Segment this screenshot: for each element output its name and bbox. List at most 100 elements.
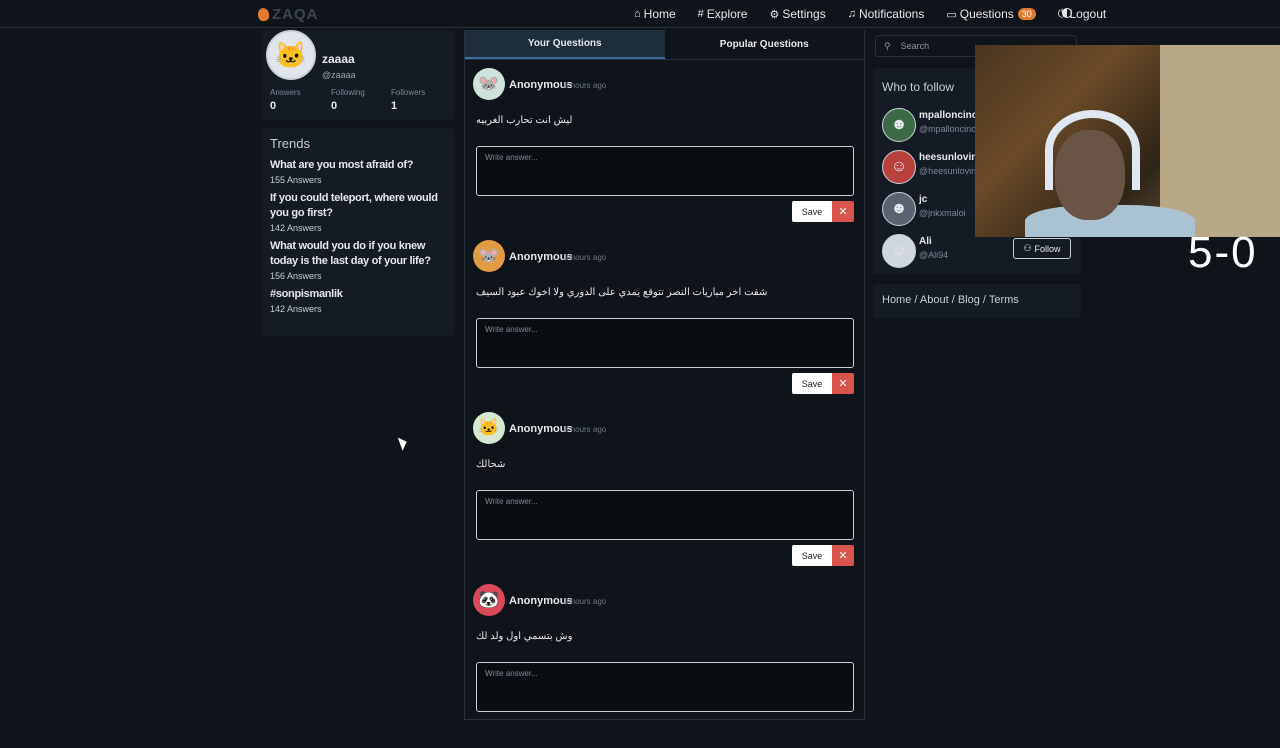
bell-icon: ♫	[847, 8, 856, 20]
save-button[interactable]: Save	[792, 201, 832, 222]
footer-link-terms[interactable]: Terms	[989, 294, 1019, 306]
question-text: ليش انت تحارب الغربيه	[476, 115, 573, 126]
trend-question: If you could teleport, where would you g…	[270, 192, 438, 219]
footer-link-home[interactable]: Home	[882, 294, 911, 306]
nav-questions-label: Questions	[959, 7, 1014, 21]
stat-followers[interactable]: Followers 1	[391, 88, 425, 112]
trend-question: #sonpismanlik	[270, 288, 343, 300]
answer-input[interactable]: Write answer...	[476, 490, 854, 540]
tab-popular-questions[interactable]: Popular Questions	[665, 30, 865, 59]
webcam-background	[1160, 45, 1280, 237]
close-icon[interactable]: ✕	[832, 373, 854, 394]
question-item: 🐭 Anonymous 8 hours ago شفت اخر مباريات …	[465, 232, 864, 404]
question-text: شحالك	[476, 459, 506, 470]
webcam-overlay	[975, 45, 1280, 237]
nav-settings[interactable]: ⚙ Settings	[769, 7, 825, 21]
mouse-icon: 🐭	[478, 74, 500, 93]
headphones-icon	[1045, 110, 1140, 190]
user-plus-icon: ⚇	[1023, 243, 1032, 253]
suggestion-handle: @Ali94	[919, 250, 949, 260]
suggestion-name: heesunloving	[919, 152, 984, 163]
trend-answers-count: 142 Answers	[270, 223, 322, 233]
nav-home[interactable]: ⌂ Home	[634, 7, 676, 21]
suggestion-handle: @mpalloncino	[919, 124, 977, 134]
logo-text: ZAQA	[272, 6, 319, 23]
anonymous-avatar: 🐭	[473, 240, 505, 272]
trend-question: What are you most afraid of?	[270, 159, 414, 171]
avatar: ☻	[882, 108, 916, 142]
trend-question: What would you do if you knew today is t…	[270, 240, 431, 267]
home-icon: ⌂	[634, 8, 641, 20]
answer-input[interactable]: Write answer...	[476, 146, 854, 196]
question-time: 8 hours ago	[564, 597, 607, 606]
avatar: ☻	[882, 192, 916, 226]
top-navbar: ZAQA ⌂ Home # Explore ⚙ Settings ♫ Notif…	[0, 0, 1280, 28]
trend-answers-count: 156 Answers	[270, 271, 322, 281]
trends-card: Trends What are you most afraid of? 155 …	[262, 128, 455, 336]
question-item: 🐼 Anonymous 8 hours ago وش بتسمي اول ولد…	[465, 576, 864, 748]
anonymous-avatar: 🐱	[473, 412, 505, 444]
suggestion-name: mpalloncino	[919, 110, 978, 121]
follow-label: Follow	[1034, 243, 1061, 254]
gear-icon: ⚙	[769, 8, 780, 21]
question-text: شفت اخر مباريات النصر تتوقع يمدي على الد…	[476, 287, 768, 298]
question-time: 8 hours ago	[564, 253, 607, 262]
suggestion-handle: @heesunlovin	[919, 166, 977, 176]
suggestion-handle: @jnkxmaloi	[919, 208, 966, 218]
follow-button[interactable]: ⚇ Follow	[1013, 238, 1071, 259]
suggestion-name: jc	[919, 194, 928, 205]
search-icon: ⚲	[884, 40, 891, 51]
footer-links: Home / About / Blog / Terms	[873, 284, 1081, 318]
tab-your-questions[interactable]: Your Questions	[465, 30, 665, 59]
stat-answers[interactable]: Answers 0	[270, 88, 301, 112]
stat-value: 1	[391, 100, 398, 112]
stat-label: Following	[331, 88, 365, 97]
answer-input[interactable]: Write answer...	[476, 662, 854, 712]
stat-following[interactable]: Following 0	[331, 88, 365, 112]
question-item: 🐱 Anonymous 8 hours ago شحالك Write answ…	[465, 404, 864, 576]
trend-answers-count: 142 Answers	[270, 304, 322, 314]
close-icon[interactable]: ✕	[832, 545, 854, 566]
cat-icon: 🐱	[274, 39, 308, 70]
nav-logout-label: Logout	[1069, 7, 1107, 21]
nav-notifications[interactable]: ♫ Notifications	[848, 7, 925, 21]
save-button[interactable]: Save	[792, 373, 832, 394]
mouse-icon: 🐭	[478, 246, 500, 265]
close-icon[interactable]: ✕	[832, 201, 854, 222]
search-placeholder: Search	[900, 41, 930, 51]
trend-item[interactable]: What would you do if you knew today is t…	[270, 239, 447, 281]
trend-item[interactable]: If you could teleport, where would you g…	[270, 191, 447, 233]
save-button[interactable]: Save	[792, 545, 832, 566]
main-nav: ⌂ Home # Explore ⚙ Settings ♫ Notificati…	[634, 7, 1128, 21]
profile-handle: @zaaaa	[322, 70, 356, 80]
avatar: ☺	[882, 150, 916, 184]
answer-input[interactable]: Write answer...	[476, 318, 854, 368]
avatar[interactable]: 🐱	[266, 30, 316, 80]
trend-item[interactable]: #sonpismanlik 142 Answers	[270, 287, 447, 314]
stat-value: 0	[270, 100, 277, 112]
profile-name[interactable]: zaaaa	[322, 52, 355, 66]
feed-tabs: Your Questions Popular Questions	[465, 30, 864, 60]
nav-explore-label: Explore	[706, 7, 748, 21]
hash-icon: #	[697, 8, 704, 20]
footer-link-about[interactable]: About	[920, 294, 949, 306]
stat-value: 0	[331, 100, 338, 112]
footer-link-blog[interactable]: Blog	[958, 294, 980, 306]
stat-label: Answers	[270, 88, 301, 97]
nav-home-label: Home	[643, 7, 676, 21]
trend-item[interactable]: What are you most afraid of? 155 Answers	[270, 158, 447, 185]
anonymous-avatar: 🐭	[473, 68, 505, 100]
question-item: 🐭 Anonymous 8 hours ago ليش انت تحارب ال…	[465, 60, 864, 232]
chat-icon: ▭	[946, 8, 957, 21]
mouse-cursor-icon	[397, 435, 410, 451]
who-to-follow-title: Who to follow	[882, 80, 955, 94]
stat-label: Followers	[391, 88, 426, 97]
cat-icon: 🐱	[478, 418, 500, 437]
nav-explore[interactable]: # Explore	[698, 7, 748, 21]
app-logo[interactable]: ZAQA	[256, 6, 319, 23]
avatar: ☺	[882, 234, 916, 268]
theme-toggle-icon[interactable]	[1062, 8, 1072, 18]
score-overlay: 5-0	[1188, 228, 1258, 277]
profile-card: 🐱 zaaaa @zaaaa Answers 0 Following 0 Fol…	[262, 30, 455, 120]
nav-questions[interactable]: ▭ Questions 30	[946, 7, 1036, 21]
